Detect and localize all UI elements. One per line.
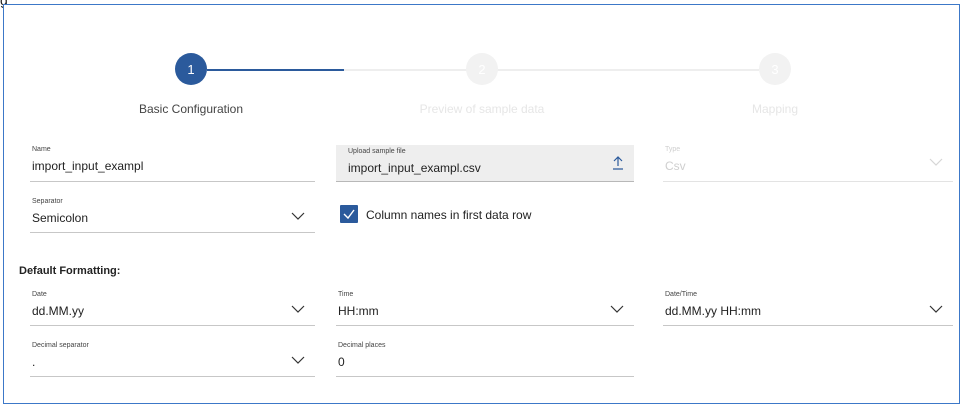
decimal-separator-value: .: [32, 355, 36, 369]
type-value: Csv: [665, 159, 686, 173]
chevron-down-icon[interactable]: [291, 355, 305, 365]
step-3-number: 3: [771, 61, 779, 77]
decimal-separator-label: Decimal separator: [32, 342, 89, 349]
column-names-label[interactable]: Column names in first data row: [366, 208, 531, 222]
name-field[interactable]: Name import_input_exampl: [30, 145, 315, 182]
chevron-down-icon[interactable]: [929, 304, 943, 314]
step-3-label[interactable]: Mapping: [665, 102, 885, 116]
separator-label: Separator: [32, 198, 63, 205]
step-1-circle[interactable]: 1: [175, 53, 207, 85]
upload-icon[interactable]: [612, 156, 624, 170]
separator-value: Semicolon: [32, 211, 89, 225]
chevron-down-icon[interactable]: [291, 304, 305, 314]
datetime-value: dd.MM.yy HH:mm: [665, 304, 761, 318]
type-select: Type Csv: [663, 145, 953, 182]
time-label: Time: [338, 291, 354, 298]
upload-sample-file-field[interactable]: Upload sample file import_input_exampl.c…: [336, 145, 634, 182]
chevron-down-icon[interactable]: [610, 304, 624, 314]
chevron-down-icon: [929, 158, 943, 166]
name-label: Name: [32, 146, 51, 153]
date-value: dd.MM.yy: [32, 304, 85, 318]
import-wizard-panel: 1 2 3 Basic Configuration Preview of sam…: [3, 4, 960, 404]
step-2-circle[interactable]: 2: [466, 53, 498, 85]
decimal-places-input[interactable]: Decimal places 0: [336, 341, 634, 377]
decimal-places-label: Decimal places: [338, 342, 386, 349]
date-format-select[interactable]: Date dd.MM.yy: [30, 290, 315, 326]
step-2-number: 2: [478, 61, 486, 77]
name-value[interactable]: import_input_exampl: [32, 159, 143, 173]
time-format-select[interactable]: Time HH:mm: [336, 290, 634, 326]
step-3-circle[interactable]: 3: [759, 53, 791, 85]
upload-label: Upload sample file: [348, 148, 406, 155]
step-1-label[interactable]: Basic Configuration: [81, 102, 301, 116]
checkmark-icon: [343, 209, 355, 220]
datetime-label: Date/Time: [665, 291, 698, 298]
step-1-number: 1: [187, 61, 195, 77]
type-label: Type: [665, 146, 681, 153]
column-names-checkbox[interactable]: [340, 205, 358, 223]
decimal-places-value[interactable]: 0: [338, 355, 345, 369]
date-label: Date: [32, 291, 47, 298]
decimal-separator-select[interactable]: Decimal separator .: [30, 341, 315, 377]
upload-filename: import_input_exampl.csv: [348, 161, 481, 175]
step-2-label[interactable]: Preview of sample data: [372, 102, 592, 116]
time-value: HH:mm: [338, 304, 379, 318]
datetime-format-select[interactable]: Date/Time dd.MM.yy HH:mm: [663, 290, 953, 326]
separator-select[interactable]: Separator Semicolon: [30, 197, 315, 233]
default-formatting-title: Default Formatting:: [19, 265, 121, 277]
chevron-down-icon[interactable]: [291, 211, 305, 221]
step-connector-inactive: [344, 69, 759, 71]
step-connector-active: [207, 69, 344, 71]
